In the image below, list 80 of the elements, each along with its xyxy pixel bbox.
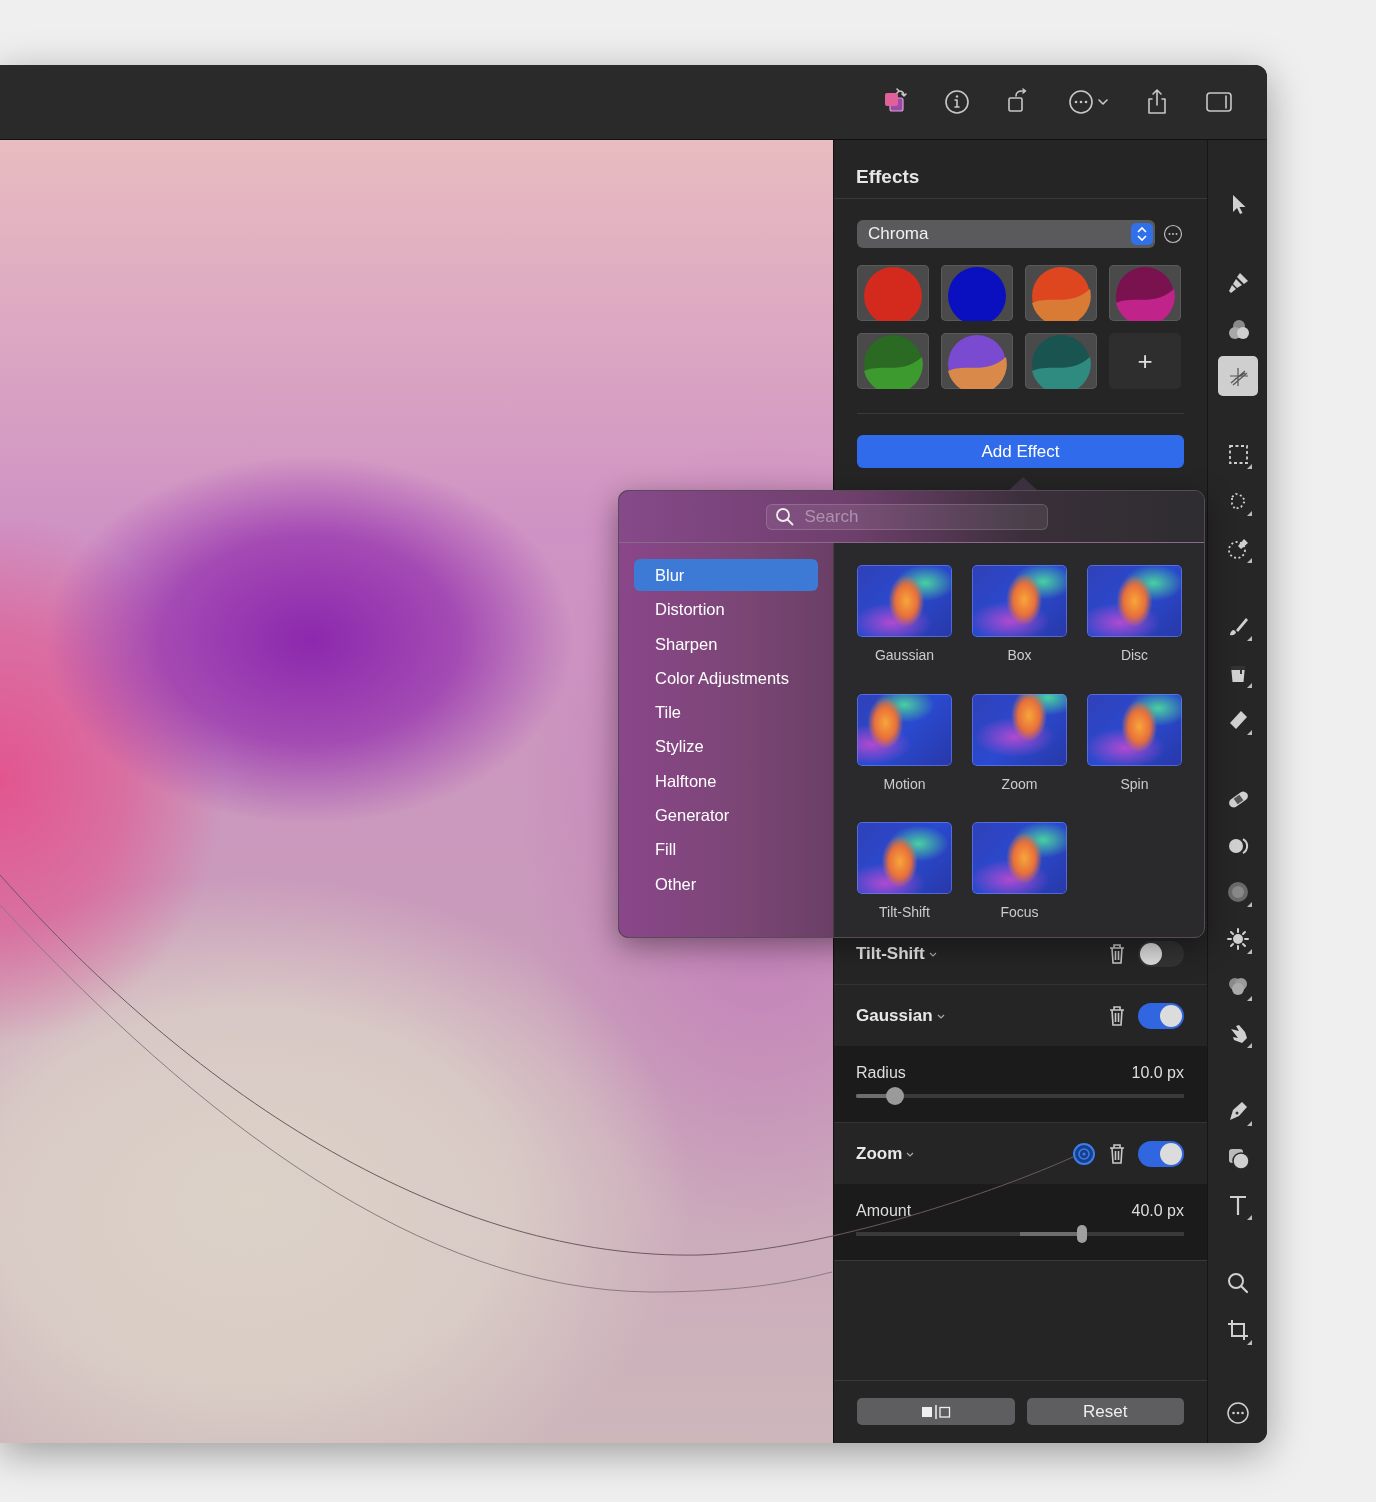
- preset-swatch[interactable]: [941, 333, 1013, 389]
- category-item[interactable]: Distortion: [634, 593, 818, 626]
- category-item[interactable]: Generator: [634, 799, 818, 832]
- search-icon: [774, 506, 795, 527]
- effect-name[interactable]: Tilt-Shift: [856, 943, 925, 964]
- reset-button[interactable]: Reset: [1026, 1398, 1184, 1425]
- submenu-mark-icon: [1247, 1339, 1252, 1345]
- compare-button[interactable]: [857, 1398, 1015, 1425]
- effect-thumbnail[interactable]: [972, 822, 1067, 894]
- submenu-mark-icon: [1247, 948, 1252, 954]
- effect-thumbnail[interactable]: [972, 565, 1067, 637]
- search-icon: [1226, 1270, 1250, 1295]
- effect-thumbnail[interactable]: [1087, 693, 1182, 766]
- parameter-label: Amount: [856, 1202, 912, 1220]
- more-icon[interactable]: [1067, 88, 1095, 116]
- crop-icon: [1226, 1317, 1250, 1342]
- add-effect-button[interactable]: Add Effect: [857, 435, 1184, 468]
- parameter-value: 40.0 px: [1131, 1202, 1184, 1220]
- add-preset-button[interactable]: +: [1109, 333, 1181, 389]
- category-item[interactable]: Blur: [634, 559, 818, 591]
- submenu-mark-icon: [1247, 995, 1252, 1001]
- slider-thumb[interactable]: [1077, 1225, 1088, 1243]
- tool-button[interactable]: [1218, 355, 1258, 396]
- category-item[interactable]: Tile: [634, 696, 818, 729]
- panel-title: Effects: [856, 166, 920, 188]
- effect-thumbnail[interactable]: [857, 565, 952, 637]
- more-icon[interactable]: [1163, 224, 1183, 244]
- parameter-label: Radius: [856, 1064, 906, 1082]
- toggle-switch[interactable]: [1138, 940, 1184, 967]
- submenu-mark-icon: [1247, 1120, 1252, 1126]
- preset-swatch[interactable]: [1025, 265, 1097, 321]
- category-item[interactable]: Stylize: [634, 730, 818, 763]
- effect-thumbnail[interactable]: [972, 693, 1067, 766]
- category-item[interactable]: Fill: [634, 833, 818, 866]
- toggle-switch[interactable]: [1138, 1140, 1184, 1167]
- submenu-mark-icon: [1247, 635, 1252, 641]
- effect-label: Gaussian: [874, 647, 935, 663]
- submenu-mark-icon: [1247, 729, 1252, 735]
- target-icon[interactable]: [1072, 1141, 1096, 1166]
- category-item[interactable]: Sharpen: [634, 627, 818, 660]
- effect-name[interactable]: Zoom: [856, 1143, 903, 1164]
- effect-label: Focus: [1000, 904, 1039, 920]
- category-item[interactable]: Halftone: [634, 764, 818, 797]
- effect-label: Disc: [1120, 647, 1149, 663]
- submenu-mark-icon: [1247, 510, 1252, 516]
- effect-name[interactable]: Gaussian: [856, 1005, 933, 1026]
- effect-thumbnail[interactable]: [1087, 565, 1182, 637]
- submenu-mark-icon: [1247, 1214, 1252, 1220]
- noise-dots-icon: [1226, 879, 1250, 904]
- effect-label: Box: [1007, 647, 1032, 663]
- preset-swatch[interactable]: [1025, 333, 1097, 389]
- effect-label: Tilt-Shift: [879, 904, 930, 920]
- preset-swatch[interactable]: [941, 265, 1013, 321]
- submenu-mark-icon: [1247, 557, 1252, 563]
- toggle-switch[interactable]: [1138, 1002, 1184, 1029]
- sun-icon: [1226, 926, 1250, 951]
- effect-label: Zoom: [1001, 775, 1038, 792]
- parameter-value: 10.0 px: [1131, 1064, 1184, 1082]
- effect-label: Spin: [1120, 775, 1149, 792]
- submenu-mark-icon: [1247, 1042, 1252, 1048]
- submenu-mark-icon: [1247, 463, 1252, 469]
- trash-icon[interactable]: [1108, 942, 1126, 965]
- split-view-icon: [919, 1403, 952, 1420]
- preset-swatch[interactable]: [857, 265, 929, 321]
- effect-thumbnail[interactable]: [857, 693, 952, 766]
- slider-thumb[interactable]: [886, 1087, 905, 1105]
- submenu-mark-icon: [1247, 682, 1252, 688]
- preset-dropdown[interactable]: Chroma: [857, 220, 1155, 248]
- trash-icon[interactable]: [1108, 1004, 1126, 1027]
- info-icon[interactable]: [943, 88, 971, 116]
- category-item[interactable]: Other: [634, 867, 818, 900]
- preset-swatch[interactable]: [1109, 265, 1181, 321]
- preset-swatch[interactable]: [857, 333, 929, 389]
- trash-icon[interactable]: [1108, 1142, 1126, 1165]
- category-item[interactable]: Color Adjustments: [634, 661, 818, 694]
- effect-thumbnail[interactable]: [857, 822, 952, 894]
- stepper-icon: [1131, 223, 1153, 245]
- more-icon: [1226, 1400, 1250, 1425]
- effect-label: Motion: [883, 775, 926, 792]
- submenu-mark-icon: [1247, 901, 1252, 907]
